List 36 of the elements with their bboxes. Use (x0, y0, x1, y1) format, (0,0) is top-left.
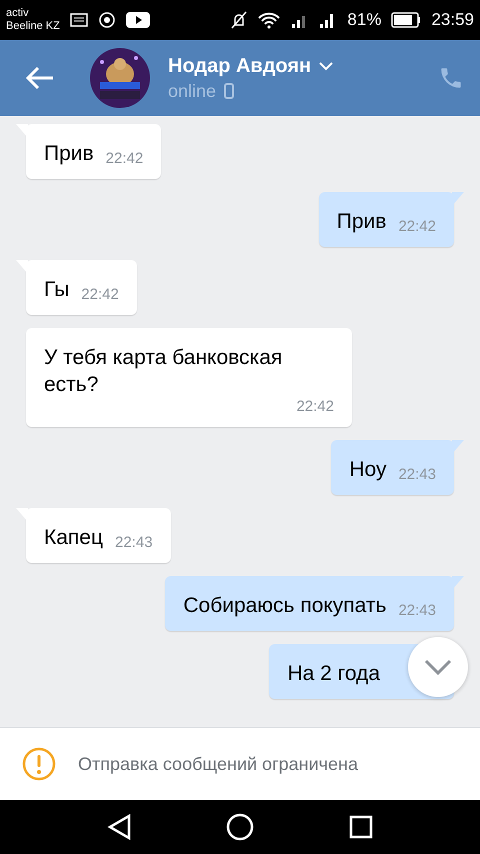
message-time: 22:42 (295, 398, 334, 415)
carrier-name: activ (6, 7, 30, 20)
play-icon (126, 11, 150, 29)
recents-icon[interactable] (348, 815, 373, 839)
restriction-notice: Отправка сообщений ограничена (78, 754, 358, 774)
warning-icon (22, 747, 56, 781)
message-text: Прив (336, 209, 386, 235)
carrier-name: Beeline KZ (6, 20, 60, 33)
message-text: Собираюсь покупать (183, 593, 386, 619)
message-text: Ноу (349, 457, 386, 483)
scroll-down-button[interactable] (408, 637, 468, 697)
message-time: 22:43 (397, 602, 436, 619)
keyboard-icon (70, 13, 88, 27)
message-text: Капец (44, 525, 103, 551)
mute-icon (231, 11, 248, 29)
message-time: 22:43 (397, 466, 436, 483)
back-arrow-icon[interactable] (26, 67, 54, 89)
battery-icon (391, 12, 422, 28)
phone-device-icon (224, 83, 234, 99)
chevron-down-icon[interactable] (319, 62, 334, 70)
message-text: У тебя карта банковская есть? (44, 345, 284, 398)
clock: 23:59 (431, 10, 474, 30)
message-time: 22:43 (114, 534, 153, 551)
contact-name[interactable]: Нодар Авдоян (168, 54, 312, 78)
message-text: Гы (44, 277, 70, 303)
home-icon[interactable] (226, 813, 254, 841)
message-time: 22:42 (80, 286, 119, 303)
back-icon[interactable] (107, 814, 132, 840)
chevron-down-icon (424, 659, 452, 675)
wifi-icon (257, 11, 282, 29)
message-time: 22:42 (397, 218, 436, 235)
message-time: 22:42 (104, 150, 144, 167)
battery-percent: 81% (347, 10, 382, 30)
message-text: На 2 года (287, 661, 381, 687)
message-text: Прив (44, 141, 94, 167)
online-status: online (168, 80, 216, 102)
